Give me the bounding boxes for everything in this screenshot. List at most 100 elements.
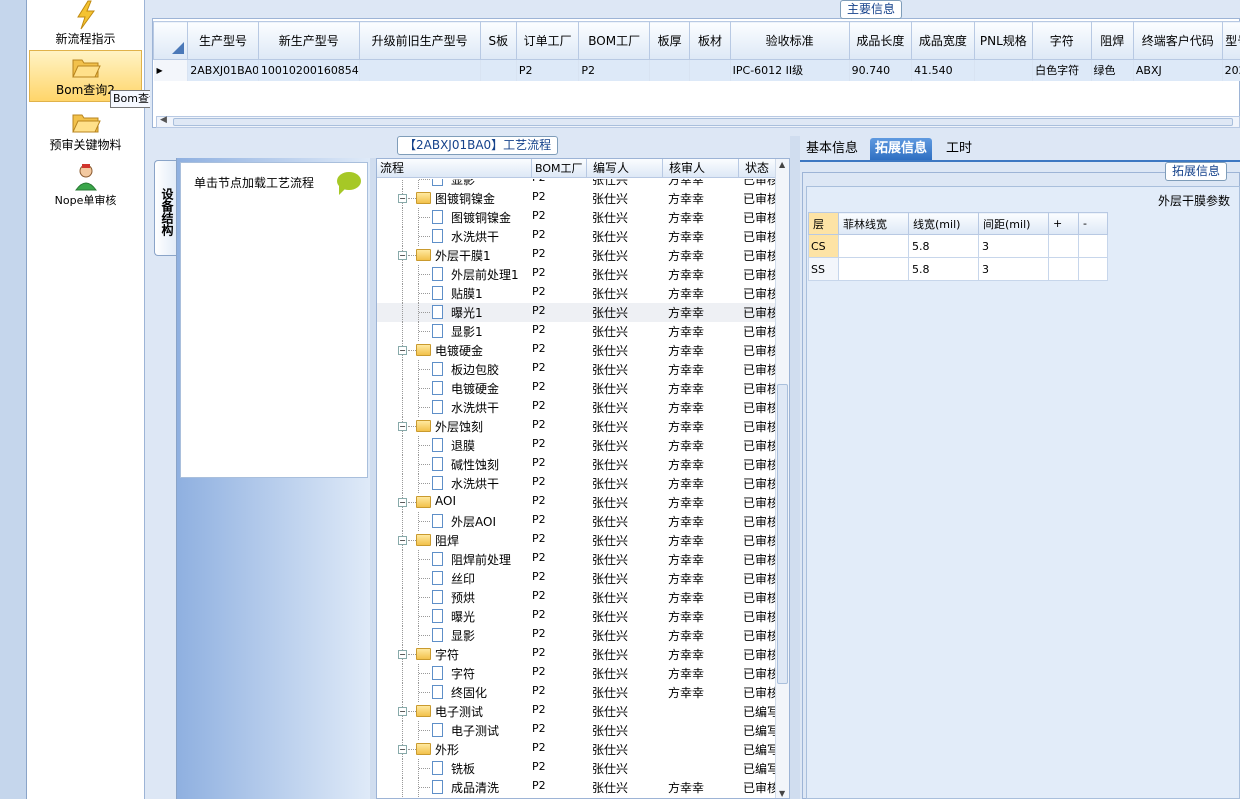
collapse-icon[interactable]: − [398, 745, 407, 754]
table-cell[interactable]: 3 [978, 257, 1049, 281]
table-cell[interactable]: 41.540 [911, 59, 975, 81]
collapse-icon[interactable]: − [398, 498, 407, 507]
horizontal-scrollbar[interactable]: ◀ [156, 115, 1240, 128]
table-cell[interactable] [1048, 234, 1079, 258]
tree-row[interactable]: 碱性蚀刻 P2 张仕兴 方幸幸 已审核 [377, 455, 775, 474]
col-header[interactable]: 间距(mil) [978, 212, 1049, 235]
tree-row[interactable]: − 图镀铜镍金 P2 张仕兴 方幸幸 已审核 [377, 189, 775, 208]
tree-row[interactable]: 曝光1 P2 张仕兴 方幸幸 已审核 [377, 303, 775, 322]
table-cell[interactable] [649, 59, 691, 81]
tree-row[interactable]: 铣板 P2 张仕兴 已编写 [377, 759, 775, 778]
col-header[interactable]: PNL规格 [973, 21, 1034, 60]
tree-row[interactable]: 水洗烘干 P2 张仕兴 方幸幸 已审核 [377, 398, 775, 417]
scroll-down-icon[interactable]: ▼ [779, 789, 785, 798]
collapse-icon[interactable]: − [398, 346, 407, 355]
tree-row[interactable]: − 电子测试 P2 张仕兴 已编写 [377, 702, 775, 721]
table-cell[interactable] [480, 59, 517, 81]
table-cell[interactable]: 5.8 [908, 234, 979, 258]
collapse-icon[interactable]: − [398, 650, 407, 659]
tree-row[interactable]: 曝光 P2 张仕兴 方幸幸 已审核 [377, 607, 775, 626]
tree-row[interactable]: 电子测试 P2 张仕兴 已编写 [377, 721, 775, 740]
col-header[interactable]: 字符 [1032, 21, 1092, 60]
table-cell[interactable] [974, 59, 1034, 81]
col-header[interactable]: 层 [808, 212, 839, 235]
col-header[interactable]: 编写人 [587, 159, 663, 178]
tree-row[interactable]: 预烘 P2 张仕兴 方幸幸 已审核 [377, 588, 775, 607]
col-header[interactable]: BOM工厂 [578, 21, 650, 60]
tab-work-hours[interactable]: 工时 [941, 138, 977, 160]
table-cell[interactable]: ABXJ [1133, 59, 1223, 81]
scroll-up-icon[interactable]: ▲ [779, 160, 785, 169]
collapse-icon[interactable]: − [398, 251, 407, 260]
scrollbar-thumb[interactable] [173, 118, 1233, 126]
scroll-left-icon[interactable]: ◀ [160, 115, 167, 125]
vertical-scrollbar[interactable]: ▲ ▼ [775, 159, 789, 798]
tree-row[interactable]: − 字符 P2 张仕兴 方幸幸 已审核 [377, 645, 775, 664]
col-header[interactable]: 新生产型号 [257, 21, 360, 60]
col-header[interactable]: 状态 [739, 159, 775, 178]
table-cell[interactable]: CS [808, 234, 839, 258]
table-cell[interactable] [689, 59, 731, 81]
nav-item-pre-review[interactable]: 预审关键物料 [29, 106, 142, 158]
remove-column-button[interactable]: - [1078, 212, 1108, 235]
col-header[interactable]: 终端客户代码 [1132, 21, 1223, 60]
col-header[interactable]: 阻焊 [1090, 21, 1134, 60]
col-header[interactable]: 型号 [1221, 21, 1240, 60]
table-cell[interactable] [1078, 234, 1108, 258]
tree-row[interactable]: 外层AOI P2 张仕兴 方幸幸 已审核 [377, 512, 775, 531]
tree-row[interactable]: 贴膜1 P2 张仕兴 方幸幸 已审核 [377, 284, 775, 303]
table-cell[interactable]: 白色字符 [1032, 59, 1092, 81]
col-header[interactable]: 核审人 [663, 159, 739, 178]
tree-row[interactable]: 水洗烘干 P2 张仕兴 方幸幸 已审核 [377, 474, 775, 493]
tree-row[interactable]: 水洗烘干 P2 张仕兴 方幸幸 已审核 [377, 227, 775, 246]
col-header[interactable]: 线宽(mil) [908, 212, 979, 235]
tab-device-structure[interactable]: 设备结构 [154, 160, 176, 256]
table-row[interactable]: ▶ 2ABXJ01BA0 10010200160854 P2 P2 IPC-60… [153, 59, 1240, 81]
tree-row[interactable]: 显影1 P2 张仕兴 方幸幸 已审核 [377, 322, 775, 341]
table-cell[interactable] [838, 234, 909, 258]
tab-extended-info[interactable]: 拓展信息 [870, 138, 933, 160]
tree-row[interactable]: 丝印 P2 张仕兴 方幸幸 已审核 [377, 569, 775, 588]
scrollbar-thumb[interactable] [777, 384, 788, 684]
tree-row[interactable]: − 阻焊 P2 张仕兴 方幸幸 已审核 [377, 531, 775, 550]
table-cell[interactable]: 2ABXJ01BA0 [187, 59, 259, 81]
table-cell[interactable] [1078, 257, 1108, 281]
col-header[interactable]: 流程 [377, 159, 532, 178]
col-header[interactable]: S板 [479, 21, 517, 60]
tree-row[interactable]: 图镀铜镍金 P2 张仕兴 方幸幸 已审核 [377, 208, 775, 227]
table-cell[interactable]: 绿色 [1091, 59, 1134, 81]
col-header[interactable]: 订单工厂 [515, 21, 580, 60]
tab-basic-info[interactable]: 基本信息 [801, 138, 863, 160]
tree-row[interactable]: 退膜 P2 张仕兴 方幸幸 已审核 [377, 436, 775, 455]
col-header[interactable]: 板材 [689, 21, 731, 60]
col-header[interactable]: 成品宽度 [911, 21, 975, 60]
collapse-icon[interactable]: − [398, 194, 407, 203]
col-header[interactable]: 生产型号 [187, 21, 259, 60]
tree-row[interactable]: 电镀硬金 P2 张仕兴 方幸幸 已审核 [377, 379, 775, 398]
tree-row[interactable]: 外层前处理1 P2 张仕兴 方幸幸 已审核 [377, 265, 775, 284]
table-cell[interactable]: P2 [516, 59, 580, 81]
tree-row[interactable]: − AOI P2 张仕兴 方幸幸 已审核 [377, 493, 775, 512]
table-cell[interactable] [1048, 257, 1079, 281]
add-column-button[interactable]: + [1048, 212, 1079, 235]
tree-row[interactable]: 板边包胶 P2 张仕兴 方幸幸 已审核 [377, 360, 775, 379]
col-header[interactable]: 升级前旧生产型号 [358, 21, 481, 60]
table-cell[interactable]: 90.740 [849, 59, 913, 81]
collapse-icon[interactable]: − [398, 536, 407, 545]
table-cell[interactable]: IPC-6012 II级 [730, 59, 850, 81]
table-cell[interactable]: 3 [978, 234, 1049, 258]
collapse-icon[interactable]: − [398, 422, 407, 431]
table-cell[interactable]: 5.8 [908, 257, 979, 281]
nav-item-new-flow[interactable]: 新流程指示 [29, 0, 142, 52]
table-cell[interactable] [359, 59, 481, 81]
tree-row[interactable]: − 外形 P2 张仕兴 已编写 [377, 740, 775, 759]
tree-row[interactable]: − 电镀硬金 P2 张仕兴 方幸幸 已审核 [377, 341, 775, 360]
tree-row[interactable]: 显影 P2 张仕兴 方幸幸 已审核 [377, 179, 775, 189]
col-header[interactable]: BOM工厂 [532, 159, 587, 178]
table-row[interactable]: CS 5.8 3 [808, 234, 1108, 258]
table-cell[interactable]: 10010200160854 [258, 59, 360, 81]
collapse-icon[interactable]: − [398, 707, 407, 716]
table-cell[interactable]: 2022/ [1222, 59, 1240, 81]
tree-row[interactable]: 字符 P2 张仕兴 方幸幸 已审核 [377, 664, 775, 683]
table-cell[interactable] [838, 257, 909, 281]
